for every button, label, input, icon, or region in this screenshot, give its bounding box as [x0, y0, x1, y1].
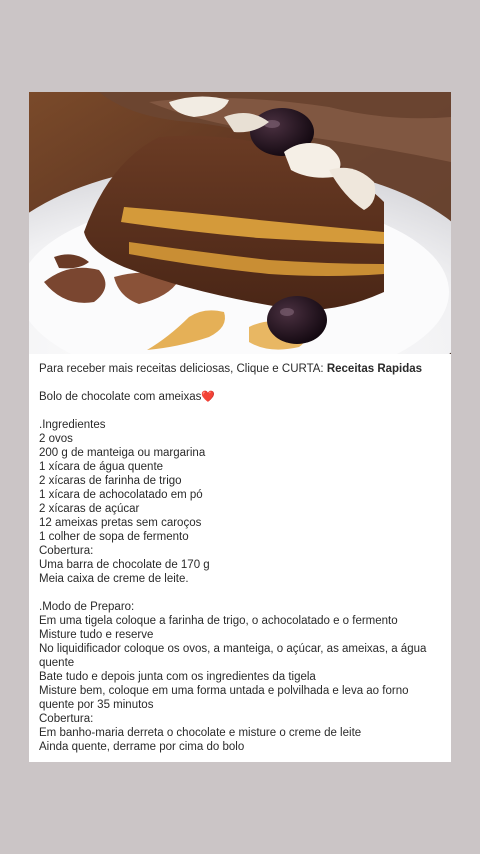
- recipe-title: Bolo de chocolate com ameixas❤️: [39, 390, 443, 404]
- method-heading: .Modo de Preparo:: [39, 601, 135, 613]
- ingredient-item: 1 colher de sopa de fermento: [39, 531, 189, 543]
- heart-icon: ❤️: [201, 391, 216, 403]
- recipe-title-text: Bolo de chocolate com ameixas: [39, 391, 202, 403]
- topping-heading: Cobertura:: [39, 545, 94, 557]
- cake-photo: [29, 92, 451, 354]
- ingredient-item: 2 xícaras de açúcar: [39, 503, 140, 515]
- ingredient-item: 2 ovos: [39, 433, 73, 445]
- method-step: Em uma tigela coloque a farinha de trigo…: [39, 615, 398, 627]
- topping-method-heading: Cobertura:: [39, 713, 94, 725]
- ingredient-item: 1 xícara de achocolatado em pó: [39, 489, 203, 501]
- promo-text: Para receber mais receitas deliciosas, C…: [39, 363, 327, 375]
- method-step: Bate tudo e depois junta com os ingredie…: [39, 671, 316, 683]
- story-card: Para receber mais receitas deliciosas, C…: [29, 92, 451, 762]
- recipe-text: Para receber mais receitas deliciosas, C…: [39, 362, 443, 754]
- method-step: Misture tudo e reserve: [39, 629, 154, 641]
- topping-method-step: Em banho-maria derreta o chocolate e mis…: [39, 727, 362, 739]
- method-step: No liquidificador coloque os ovos, a man…: [39, 643, 427, 669]
- ingredients-heading: .Ingredientes: [39, 419, 106, 431]
- topping-ingredient: Uma barra de chocolate de 170 g: [39, 559, 210, 571]
- topping-method-step: Ainda quente, derrame por cima do bolo: [39, 741, 245, 753]
- ingredient-item: 12 ameixas pretas sem caroços: [39, 517, 202, 529]
- ingredient-item: 200 g de manteiga ou margarina: [39, 447, 206, 459]
- ingredient-item: 1 xícara de água quente: [39, 461, 164, 473]
- topping-ingredient: Meia caixa de creme de leite.: [39, 573, 189, 585]
- promo-link[interactable]: Receitas Rapidas: [327, 363, 422, 375]
- ingredient-item: 2 xícaras de farinha de trigo: [39, 475, 182, 487]
- promo-line: Para receber mais receitas deliciosas, C…: [39, 362, 443, 376]
- method-step: Misture bem, coloque em uma forma untada…: [39, 685, 409, 711]
